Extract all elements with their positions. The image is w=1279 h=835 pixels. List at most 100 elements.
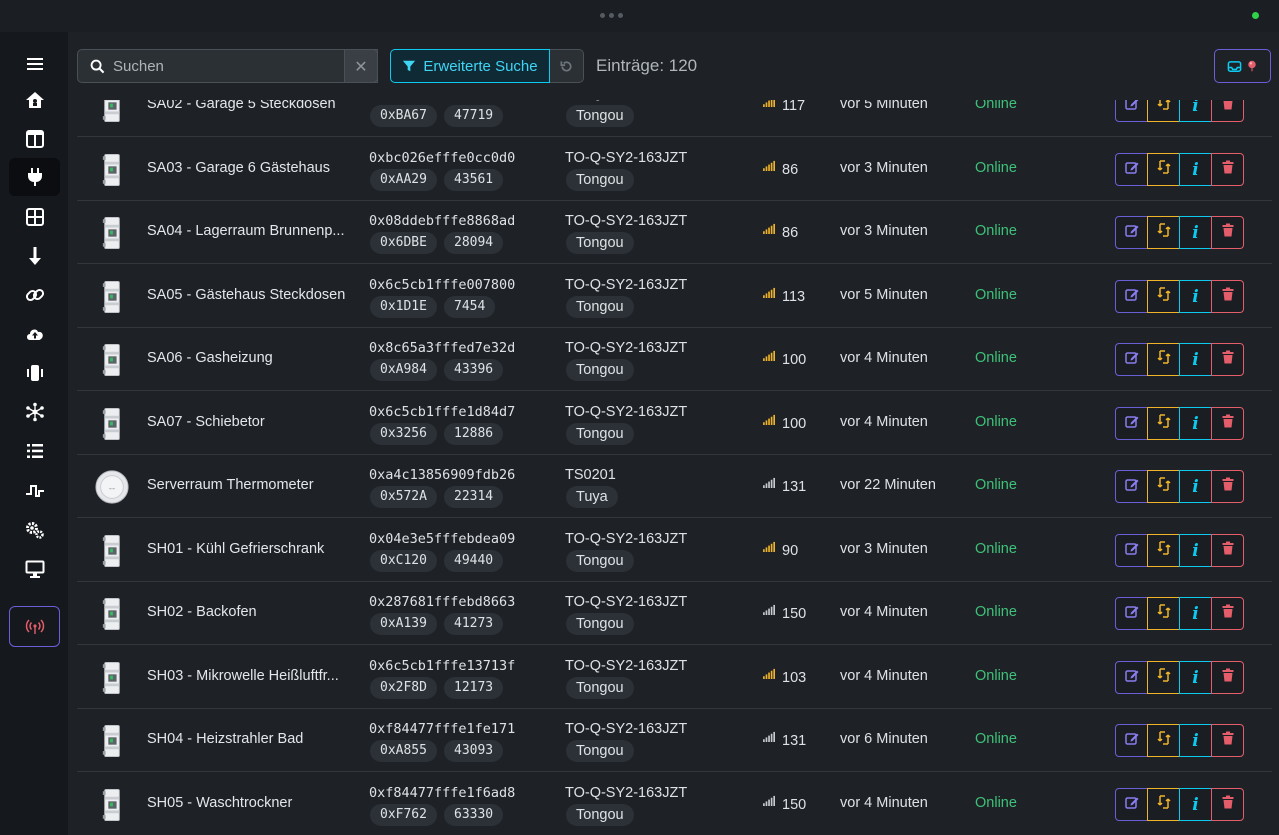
settings-icon[interactable]	[9, 511, 60, 549]
reset-search-button[interactable]	[550, 49, 584, 83]
model-link[interactable]: TO-Q-SY2-163JZT	[565, 658, 687, 674]
model-link[interactable]: TO-Q-SY2-163JZT	[565, 721, 687, 737]
model-link[interactable]: TO-Q-SY2-163JZT	[565, 277, 687, 293]
advanced-search-button[interactable]: Erweiterte Suche	[390, 49, 550, 83]
delete-button[interactable]	[1211, 534, 1244, 567]
cloud-upload-icon[interactable]	[9, 315, 60, 353]
device-image[interactable]: --	[91, 468, 133, 506]
model-link[interactable]: TS0201	[565, 467, 616, 483]
interview-button[interactable]: i	[1179, 470, 1212, 503]
device-name-link[interactable]: Serverraum Thermometer	[147, 477, 347, 493]
rename-button[interactable]	[1115, 407, 1148, 440]
device-image[interactable]	[91, 151, 133, 189]
interview-button[interactable]: i	[1179, 661, 1212, 694]
groups-icon[interactable]	[9, 198, 60, 236]
interview-button[interactable]: i	[1179, 343, 1212, 376]
interview-button[interactable]: i	[1179, 280, 1212, 313]
interview-button[interactable]: i	[1179, 153, 1212, 186]
interview-button[interactable]: i	[1179, 788, 1212, 821]
model-link[interactable]: TO-Q-SY2-163JZT	[565, 150, 687, 166]
pulse-icon[interactable]	[9, 472, 60, 510]
device-image[interactable]	[91, 595, 133, 633]
delete-button[interactable]	[1211, 470, 1244, 503]
interview-button[interactable]: i	[1179, 534, 1212, 567]
search-icon	[90, 59, 105, 73]
window-drag-handle-icon[interactable]	[600, 13, 624, 19]
monitor-icon[interactable]	[9, 550, 60, 588]
rename-button[interactable]	[1115, 534, 1148, 567]
network-map-button[interactable]	[1214, 49, 1271, 83]
signal-icon	[763, 223, 776, 241]
delete-button[interactable]	[1211, 280, 1244, 313]
device-name-link[interactable]: SA04 - Lagerraum Brunnenp...	[147, 223, 347, 239]
rename-button[interactable]	[1115, 280, 1148, 313]
device-image[interactable]	[91, 532, 133, 570]
device-name-link[interactable]: SH01 - Kühl Gefrierschrank	[147, 541, 347, 557]
delete-button[interactable]	[1211, 343, 1244, 376]
close-icon[interactable]: ✕	[344, 49, 378, 83]
model-link[interactable]: TO-Q-SY2-163JZT	[565, 531, 687, 547]
device-image[interactable]	[91, 659, 133, 697]
device-name-link[interactable]: SH02 - Backofen	[147, 604, 347, 620]
rename-button[interactable]	[1115, 788, 1148, 821]
reconfigure-button[interactable]	[1147, 153, 1180, 186]
device-vibrate-icon[interactable]	[9, 354, 60, 392]
reconfigure-button[interactable]	[1147, 534, 1180, 567]
rename-button[interactable]	[1115, 597, 1148, 630]
home-icon[interactable]	[9, 81, 60, 119]
device-name-link[interactable]: SH04 - Heizstrahler Bad	[147, 731, 347, 747]
delete-button[interactable]	[1211, 153, 1244, 186]
dashboard-icon[interactable]	[9, 120, 60, 158]
interview-button[interactable]: i	[1179, 597, 1212, 630]
device-name-link[interactable]: SA06 - Gasheizung	[147, 350, 347, 366]
reconfigure-button[interactable]	[1147, 470, 1180, 503]
permit-join-icon[interactable]	[9, 606, 60, 647]
rename-button[interactable]	[1115, 724, 1148, 757]
rename-button[interactable]	[1115, 661, 1148, 694]
interview-button[interactable]: i	[1179, 216, 1212, 249]
network-icon[interactable]	[9, 393, 60, 431]
search-input[interactable]	[113, 57, 333, 75]
device-image[interactable]	[91, 405, 133, 443]
plug-icon[interactable]	[9, 158, 60, 196]
device-name-link[interactable]: SH03 - Mikrowelle Heißluftfr...	[147, 668, 347, 684]
model-link[interactable]: TO-Q-SY2-163JZT	[565, 404, 687, 420]
reconfigure-button[interactable]	[1147, 216, 1180, 249]
device-image[interactable]	[91, 722, 133, 760]
model-link[interactable]: TO-Q-SY2-163JZT	[565, 213, 687, 229]
delete-button[interactable]	[1211, 661, 1244, 694]
rename-button[interactable]	[1115, 216, 1148, 249]
link-icon[interactable]	[9, 276, 60, 314]
delete-button[interactable]	[1211, 597, 1244, 630]
rename-button[interactable]	[1115, 470, 1148, 503]
delete-button[interactable]	[1211, 216, 1244, 249]
model-link[interactable]: TO-Q-SY2-163JZT	[565, 340, 687, 356]
interview-button[interactable]: i	[1179, 407, 1212, 440]
list-icon[interactable]	[9, 432, 60, 470]
device-image[interactable]	[91, 214, 133, 252]
reconfigure-button[interactable]	[1147, 343, 1180, 376]
reconfigure-button[interactable]	[1147, 280, 1180, 313]
menu-icon[interactable]	[9, 45, 60, 83]
rename-button[interactable]	[1115, 153, 1148, 186]
delete-button[interactable]	[1211, 788, 1244, 821]
reconfigure-button[interactable]	[1147, 788, 1180, 821]
device-image[interactable]	[91, 278, 133, 316]
delete-button[interactable]	[1211, 724, 1244, 757]
delete-button[interactable]	[1211, 407, 1244, 440]
interview-button[interactable]: i	[1179, 724, 1212, 757]
device-image[interactable]	[91, 341, 133, 379]
device-name-link[interactable]: SA03 - Garage 6 Gästehaus	[147, 160, 347, 176]
reconfigure-button[interactable]	[1147, 724, 1180, 757]
reconfigure-button[interactable]	[1147, 597, 1180, 630]
device-image[interactable]	[91, 786, 133, 824]
device-name-link[interactable]: SA07 - Schiebetor	[147, 414, 347, 430]
device-name-link[interactable]: SA05 - Gästehaus Steckdosen	[147, 287, 347, 303]
reconfigure-button[interactable]	[1147, 661, 1180, 694]
reconfigure-button[interactable]	[1147, 407, 1180, 440]
model-link[interactable]: TO-Q-SY2-163JZT	[565, 594, 687, 610]
arrow-down-icon[interactable]	[9, 237, 60, 275]
rename-button[interactable]	[1115, 343, 1148, 376]
device-name-link[interactable]: SH05 - Waschtrockner	[147, 795, 347, 811]
model-link[interactable]: TO-Q-SY2-163JZT	[565, 785, 687, 801]
